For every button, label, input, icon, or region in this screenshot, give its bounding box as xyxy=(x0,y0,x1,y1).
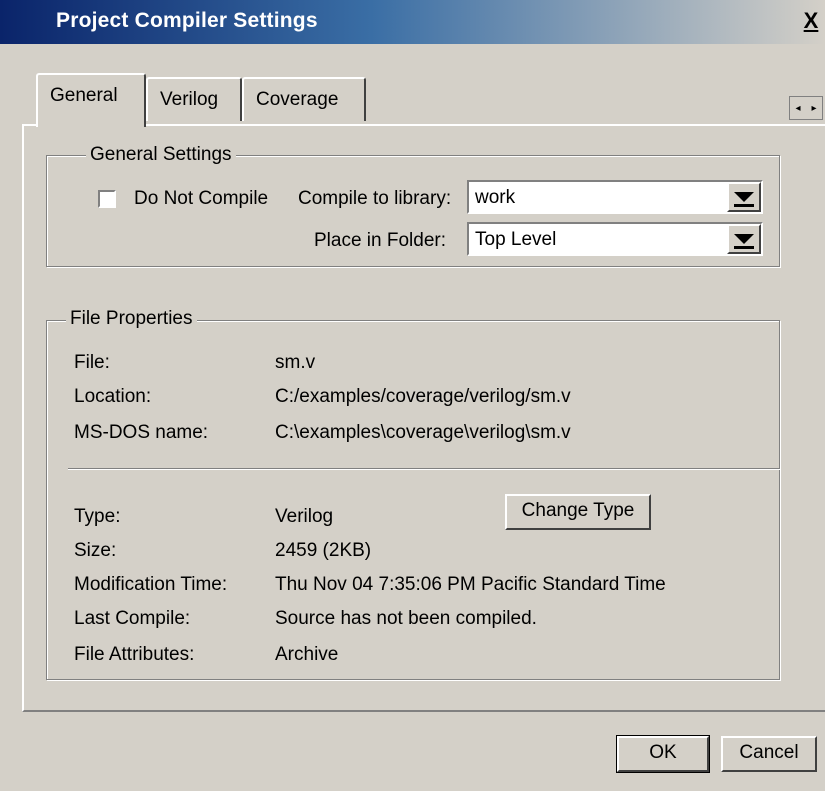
do-not-compile-label: Do Not Compile xyxy=(134,188,269,209)
place-in-folder-value: Top Level xyxy=(475,229,557,250)
size-label: Size: xyxy=(74,540,117,561)
compile-to-library-label: Compile to library: xyxy=(298,188,452,209)
size-value: 2459 (2KB) xyxy=(275,540,372,561)
file-properties-legend: File Properties xyxy=(66,308,197,330)
tab-verilog-label: Verilog xyxy=(160,89,219,110)
scroll-right-icon[interactable]: ▸ xyxy=(811,103,816,114)
last-compile-label: Last Compile: xyxy=(74,608,191,629)
modification-time-label: Modification Time: xyxy=(74,574,228,595)
tab-verilog[interactable]: Verilog xyxy=(146,77,242,121)
tab-scroll-buttons[interactable]: ◂ ▸ xyxy=(789,96,823,120)
scroll-left-icon[interactable]: ◂ xyxy=(795,103,800,114)
place-in-folder-label: Place in Folder: xyxy=(314,230,447,251)
file-attributes-value: Archive xyxy=(275,644,339,665)
window-title: Project Compiler Settings xyxy=(56,9,318,32)
ok-button[interactable]: OK xyxy=(616,735,710,773)
dropdown-arrow-icon[interactable] xyxy=(727,182,761,212)
location-value: C:/examples/coverage/verilog/sm.v xyxy=(275,386,571,407)
tab-coverage[interactable]: Coverage xyxy=(242,77,366,121)
separator xyxy=(68,468,780,470)
close-icon[interactable]: X xyxy=(799,9,823,35)
location-label: Location: xyxy=(74,386,152,407)
tab-general[interactable]: General xyxy=(36,73,146,127)
compile-to-library-value: work xyxy=(475,187,516,208)
msdos-name-value: C:\examples\coverage\verilog\sm.v xyxy=(275,422,571,443)
file-attributes-label: File Attributes: xyxy=(74,644,195,665)
tab-general-label: General xyxy=(50,85,118,106)
msdos-name-label: MS-DOS name: xyxy=(74,422,209,443)
last-compile-value: Source has not been compiled. xyxy=(275,608,537,629)
compile-to-library-combo[interactable]: work xyxy=(467,180,763,214)
type-label: Type: xyxy=(74,506,121,527)
general-settings-legend: General Settings xyxy=(86,144,236,166)
file-label: File: xyxy=(74,352,110,373)
dropdown-arrow-icon[interactable] xyxy=(727,224,761,254)
place-in-folder-combo[interactable]: Top Level xyxy=(467,222,763,256)
type-value: Verilog xyxy=(275,506,334,527)
file-value: sm.v xyxy=(275,352,316,373)
do-not-compile-checkbox[interactable] xyxy=(98,190,116,208)
title-bar: Project Compiler Settings X xyxy=(0,0,825,44)
modification-time-value: Thu Nov 04 7:35:06 PM Pacific Standard T… xyxy=(275,574,666,595)
cancel-button[interactable]: Cancel xyxy=(721,736,817,772)
change-type-button[interactable]: Change Type xyxy=(505,494,651,530)
tab-coverage-label: Coverage xyxy=(256,89,339,110)
